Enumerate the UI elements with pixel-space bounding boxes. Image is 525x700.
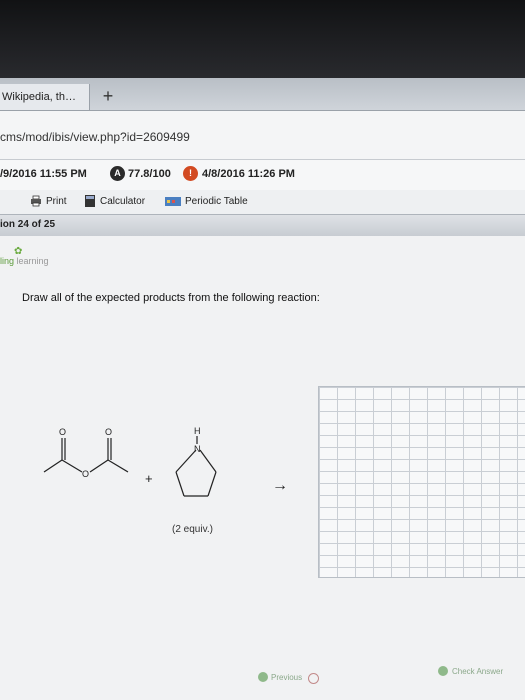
give-up-icon[interactable] bbox=[308, 673, 319, 684]
question-nav-bar: ion 24 of 25 bbox=[0, 214, 525, 238]
equivalents-note: (2 equiv.) bbox=[172, 524, 213, 535]
atom-o-carbonyl-1: O bbox=[59, 427, 66, 437]
periodic-table-icon bbox=[165, 197, 181, 206]
periodic-table-label: Periodic Table bbox=[185, 195, 248, 207]
question-number: ion 24 of 25 bbox=[0, 219, 56, 230]
assignment-info-bar: /9/2016 11:55 PM A 77.8/100 ! 4/8/2016 1… bbox=[0, 160, 525, 190]
reaction-scheme: O O O + H N → bbox=[43, 426, 288, 497]
due-date-icon: ! bbox=[183, 166, 198, 181]
atom-h: H bbox=[194, 426, 201, 436]
score-icon: A bbox=[110, 166, 125, 181]
due-time: 4/8/2016 11:26 PM bbox=[202, 168, 295, 180]
reaction-arrow: → bbox=[272, 477, 288, 494]
atom-o-carbonyl-2: O bbox=[105, 427, 112, 437]
monitor-bezel bbox=[0, 0, 525, 82]
periodic-table-button[interactable]: Periodic Table bbox=[165, 195, 248, 207]
drawing-canvas[interactable] bbox=[318, 386, 525, 578]
atom-o-bridge: O bbox=[82, 469, 89, 479]
browser-tab[interactable]: Wikipedia, th… bbox=[0, 84, 90, 110]
previous-icon[interactable] bbox=[258, 672, 268, 682]
question-toolbar: Print Calculator Periodic Table bbox=[0, 190, 525, 214]
printer-icon bbox=[31, 195, 41, 207]
address-bar[interactable]: cms/mod/ibis/view.php?id=2609499 bbox=[0, 111, 525, 160]
check-answer-icon[interactable] bbox=[438, 666, 448, 676]
print-button[interactable]: Print bbox=[30, 195, 67, 207]
question-content: ✿ ling learning Draw all of the expected… bbox=[0, 236, 525, 700]
calculator-label: Calculator bbox=[100, 195, 146, 207]
print-label: Print bbox=[46, 195, 67, 207]
score-text: 77.8/100 bbox=[128, 168, 171, 180]
acetic-anhydride-structure bbox=[43, 438, 129, 473]
calculator-icon bbox=[85, 195, 95, 207]
tab-bar: Wikipedia, th… + bbox=[0, 78, 525, 111]
start-time: /9/2016 11:55 PM bbox=[0, 168, 87, 180]
calculator-button[interactable]: Calculator bbox=[84, 195, 145, 207]
plus-sign: + bbox=[145, 471, 153, 486]
check-answer-button[interactable]: Check Answer bbox=[452, 667, 503, 676]
browser-window: Wikipedia, th… + cms/mod/ibis/view.php?i… bbox=[0, 78, 525, 700]
atom-n: N bbox=[194, 444, 201, 454]
previous-button[interactable]: Previous bbox=[271, 673, 302, 682]
url-text[interactable]: cms/mod/ibis/view.php?id=2609499 bbox=[0, 130, 190, 144]
new-tab-button[interactable]: + bbox=[95, 85, 121, 107]
